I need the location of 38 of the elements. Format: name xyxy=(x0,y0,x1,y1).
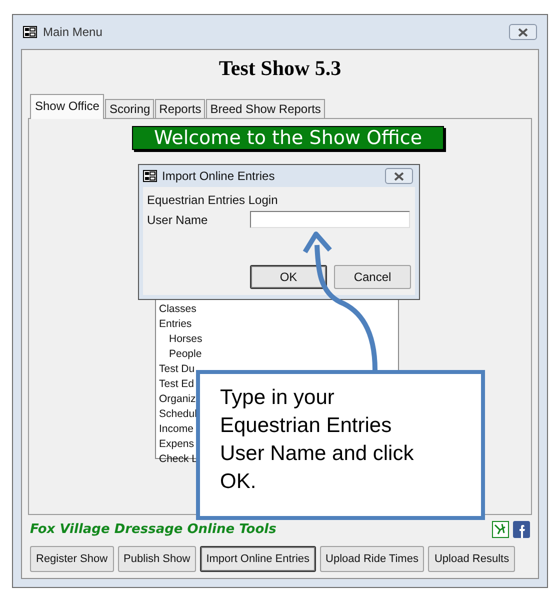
dialog-title: Import Online Entries xyxy=(162,169,276,183)
close-icon xyxy=(517,28,529,36)
form-icon xyxy=(143,170,157,182)
toolbar-button[interactable]: Upload Results xyxy=(428,546,516,572)
list-item[interactable]: Test Ed xyxy=(159,377,194,392)
field-label: User Name xyxy=(147,212,209,226)
toolbar-button[interactable]: Import Online Entries xyxy=(200,546,316,572)
list-item[interactable]: Test Du xyxy=(159,362,195,377)
dialog-button[interactable]: OK xyxy=(250,265,327,289)
close-icon xyxy=(393,172,405,180)
show-title: Test Show 5.3 xyxy=(218,56,342,81)
close-button[interactable] xyxy=(509,24,537,40)
tab[interactable]: Show Office xyxy=(30,94,104,119)
form-icon xyxy=(23,26,37,38)
list-item[interactable]: Classes xyxy=(159,302,196,317)
list-item[interactable]: Schedul xyxy=(159,407,197,422)
close-button[interactable] xyxy=(385,168,413,184)
map-icon[interactable] xyxy=(492,521,509,538)
dialog-button[interactable]: Cancel xyxy=(334,265,411,289)
toolbar-button[interactable]: Upload Ride Times xyxy=(320,546,424,572)
window-title: Main Menu xyxy=(43,25,104,39)
list-item[interactable]: Income xyxy=(159,422,194,437)
toolbar-button[interactable]: Register Show xyxy=(30,546,114,572)
list-item[interactable]: Organiz xyxy=(159,392,196,407)
list-item[interactable]: People xyxy=(169,347,202,362)
tab[interactable]: Reports xyxy=(155,99,206,119)
callout-text: Type in your Equestrian Entries User Name and click OK. xyxy=(220,385,415,495)
tab[interactable]: Breed Show Reports xyxy=(206,99,325,119)
welcome-banner: Welcome to the Show Office xyxy=(132,126,444,150)
section-label: Equestrian Entries Login xyxy=(147,193,279,207)
list-item[interactable]: Horses xyxy=(169,332,202,347)
facebook-icon[interactable] xyxy=(513,521,530,538)
list-item[interactable]: Expens xyxy=(159,437,194,452)
toolbar-button[interactable]: Publish Show xyxy=(118,546,196,572)
list-item[interactable]: Entries xyxy=(159,317,192,332)
user-name-field[interactable] xyxy=(250,211,410,228)
tools-title: Fox Village Dressage Online Tools xyxy=(30,522,278,537)
tab[interactable]: Scoring xyxy=(105,99,154,119)
